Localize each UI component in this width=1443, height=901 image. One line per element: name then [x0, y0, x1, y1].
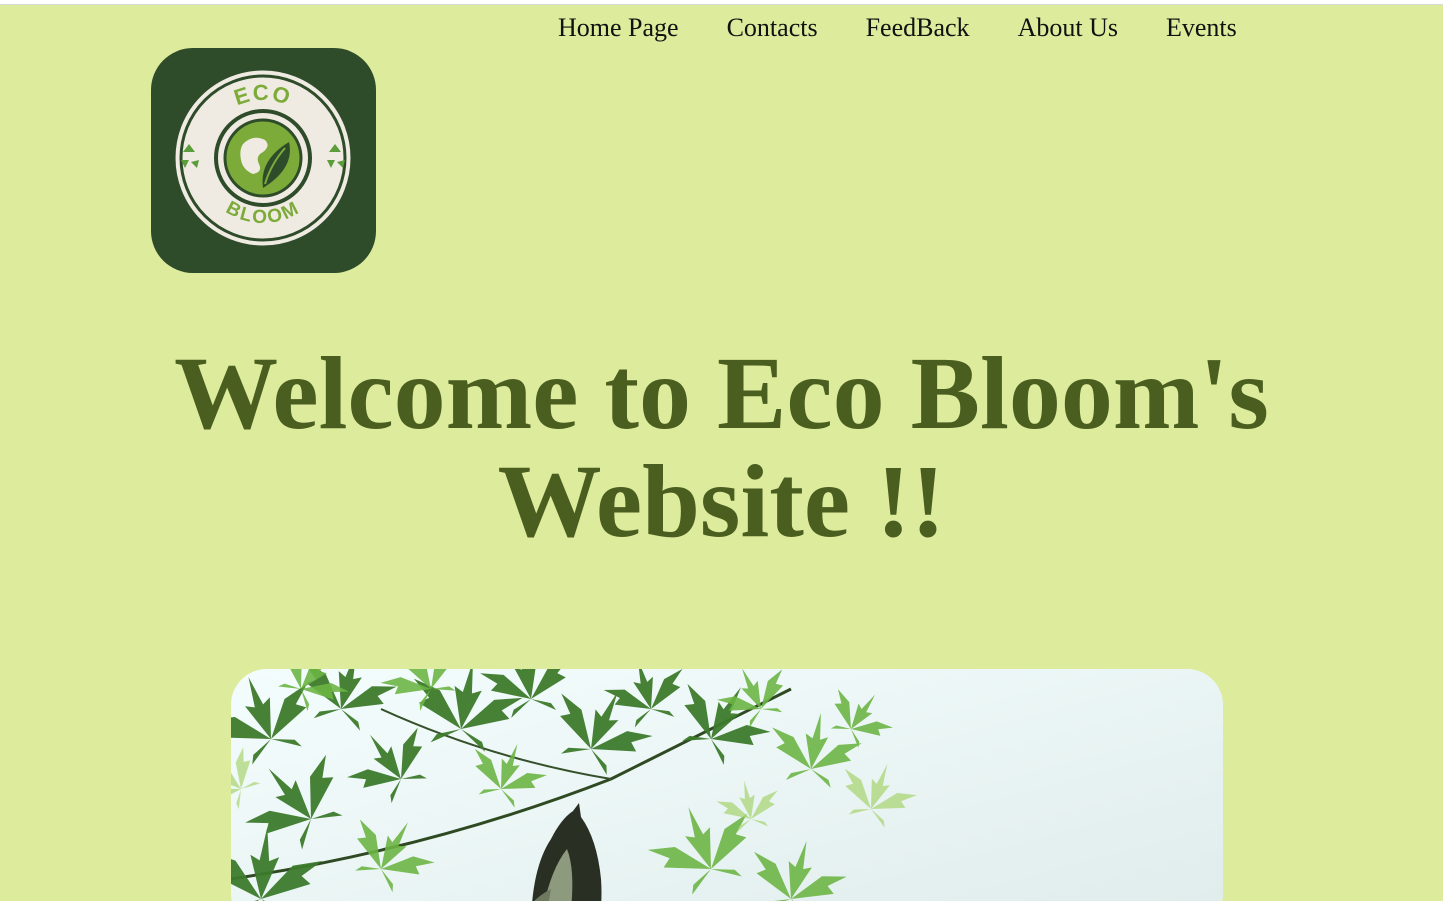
hero-title-line-2: Website !!: [497, 444, 946, 559]
nav-feedback[interactable]: FeedBack: [842, 10, 994, 46]
eco-bloom-logo[interactable]: ECO BLOOM: [151, 48, 376, 273]
nav-contacts[interactable]: Contacts: [703, 10, 842, 46]
maple-leaves-bird-icon: [231, 669, 1223, 901]
hero-title-line-1: Welcome to Eco Bloom's: [174, 336, 1269, 451]
top-navigation: Home Page Contacts FeedBack About Us Eve…: [534, 10, 1261, 46]
eco-bloom-logo-icon: ECO BLOOM: [172, 67, 354, 249]
nav-about-us[interactable]: About Us: [994, 10, 1142, 46]
hero-image: [231, 669, 1223, 901]
browser-top-strip: [0, 0, 1443, 5]
nav-events[interactable]: Events: [1142, 10, 1261, 46]
nav-home-page[interactable]: Home Page: [534, 10, 703, 46]
hero-title: Welcome to Eco Bloom's Website !!: [0, 340, 1443, 556]
